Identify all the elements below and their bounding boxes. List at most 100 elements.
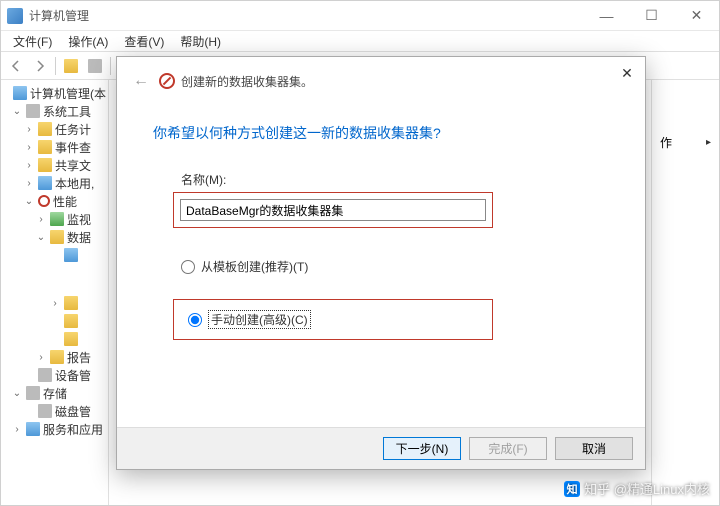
collapse-icon[interactable]: ⌄ [35, 232, 47, 243]
expand-icon[interactable]: › [35, 352, 47, 363]
tree-task-scheduler[interactable]: › 任务计 [1, 120, 108, 138]
chevron-right-icon: ▸ [706, 137, 711, 148]
window-title: 计算机管理 [29, 7, 584, 24]
menu-file[interactable]: 文件(F) [5, 31, 60, 52]
expand-icon[interactable]: › [23, 178, 35, 189]
report-icon [50, 350, 64, 364]
window-controls: — ☐ ✕ [584, 1, 719, 30]
expand-icon[interactable]: › [11, 424, 23, 435]
tree-sub-item-4[interactable] [1, 330, 108, 348]
radio-template[interactable] [181, 260, 195, 274]
actions-panel: 作 ▸ [651, 80, 719, 505]
tree-label: 服务和应用 [43, 421, 103, 438]
folder-icon [64, 314, 78, 328]
tree-label: 任务计 [55, 121, 91, 138]
tool-up[interactable] [60, 55, 82, 77]
wizard-question: 你希望以何种方式创建这一新的数据收集器集? [153, 123, 609, 143]
dialog-close-button[interactable]: ✕ [617, 63, 637, 83]
tree-label: 磁盘管 [55, 403, 91, 420]
tree-data-collector[interactable]: ⌄ 数据 [1, 228, 108, 246]
tree-label: 报告 [67, 349, 91, 366]
tree-sub-item-3[interactable] [1, 312, 108, 330]
folder-icon [64, 332, 78, 346]
monitor-icon [50, 212, 64, 226]
action-item[interactable]: 作 ▸ [660, 134, 711, 151]
toolbar-separator [110, 57, 111, 75]
tree-label: 性能 [53, 193, 77, 210]
watermark-text: 知乎 @精通Linux内核 [584, 479, 710, 498]
tree-label: 监视 [67, 211, 91, 228]
zhihu-icon: 知 [564, 481, 580, 497]
action-label: 作 [660, 134, 672, 151]
menubar: 文件(F) 操作(A) 查看(V) 帮助(H) [1, 31, 719, 52]
tree-services[interactable]: › 服务和应用 [1, 420, 108, 438]
manual-highlight: 手动创建(高级)(C) [173, 299, 493, 340]
finish-button: 完成(F) [469, 437, 547, 460]
tree-label: 本地用, [55, 175, 94, 192]
dialog-header: ← 创建新的数据收集器集。 [117, 57, 645, 97]
tree-event-viewer[interactable]: › 事件查 [1, 138, 108, 156]
tree-label: 事件查 [55, 139, 91, 156]
tree-label: 系统工具 [43, 103, 91, 120]
device-icon [38, 368, 52, 382]
dialog-title: 创建新的数据收集器集。 [181, 73, 313, 90]
maximize-button[interactable]: ☐ [629, 1, 674, 30]
titlebar: 计算机管理 — ☐ ✕ [1, 1, 719, 31]
collapse-icon[interactable]: ⌄ [11, 106, 23, 117]
users-icon [38, 176, 52, 190]
name-label: 名称(M): [153, 171, 609, 188]
dialog-footer: 下一步(N) 完成(F) 取消 [117, 427, 645, 469]
menu-view[interactable]: 查看(V) [116, 31, 172, 52]
dialog-body: 你希望以何种方式创建这一新的数据收集器集? 名称(M): 从模板创建(推荐)(T… [117, 97, 645, 427]
expand-icon[interactable]: › [23, 160, 35, 171]
watermark: 知 知乎 @精通Linux内核 [564, 479, 710, 498]
tree-label: 计算机管理(本 [30, 85, 106, 102]
expand-icon[interactable]: › [23, 142, 35, 153]
shared-icon [38, 158, 52, 172]
tree-disk-mgmt[interactable]: 磁盘管 [1, 402, 108, 420]
menu-action[interactable]: 操作(A) [60, 31, 116, 52]
perfmon-icon [159, 73, 175, 89]
tool-back[interactable] [5, 55, 27, 77]
performance-icon [38, 195, 50, 207]
data-icon [50, 230, 64, 244]
tree-local-users[interactable]: › 本地用, [1, 174, 108, 192]
radio-manual-row[interactable]: 手动创建(高级)(C) [188, 310, 486, 329]
tree-sub-item-2[interactable]: › [1, 294, 108, 312]
expand-icon[interactable]: › [35, 214, 47, 225]
tree-label: 数据 [67, 229, 91, 246]
minimize-button[interactable]: — [584, 1, 629, 30]
tree-storage[interactable]: ⌄存储 [1, 384, 108, 402]
back-arrow-icon[interactable]: ← [129, 68, 153, 94]
tree-sub-item-1[interactable] [1, 246, 108, 264]
tree-device-manager[interactable]: 设备管 [1, 366, 108, 384]
next-button[interactable]: 下一步(N) [383, 437, 461, 460]
toolbar-separator [55, 57, 56, 75]
storage-icon [26, 386, 40, 400]
tree-reports[interactable]: › 报告 [1, 348, 108, 366]
radio-manual[interactable] [188, 313, 202, 327]
tree-label: 设备管 [55, 367, 91, 384]
disk-icon [38, 404, 52, 418]
collapse-icon[interactable]: ⌄ [23, 196, 35, 207]
radio-manual-label: 手动创建(高级)(C) [208, 310, 311, 329]
folder-icon [64, 248, 78, 262]
close-button[interactable]: ✕ [674, 1, 719, 30]
event-icon [38, 140, 52, 154]
menu-help[interactable]: 帮助(H) [172, 31, 229, 52]
tree-monitoring[interactable]: › 监视 [1, 210, 108, 228]
app-icon [7, 8, 23, 24]
cancel-button[interactable]: 取消 [555, 437, 633, 460]
tree-shared-folders[interactable]: ›共享文 [1, 156, 108, 174]
tree-root[interactable]: 计算机管理(本 [1, 84, 108, 102]
services-icon [26, 422, 40, 436]
tree-system-tools[interactable]: ⌄ 系统工具 [1, 102, 108, 120]
collapse-icon[interactable]: ⌄ [11, 388, 23, 399]
name-input[interactable] [180, 199, 486, 221]
radio-template-label: 从模板创建(推荐)(T) [201, 258, 308, 275]
tool-properties[interactable] [84, 55, 106, 77]
tool-forward[interactable] [29, 55, 51, 77]
radio-template-row[interactable]: 从模板创建(推荐)(T) [181, 258, 609, 275]
expand-icon[interactable]: › [23, 124, 35, 135]
tree-performance[interactable]: ⌄ 性能 [1, 192, 108, 210]
